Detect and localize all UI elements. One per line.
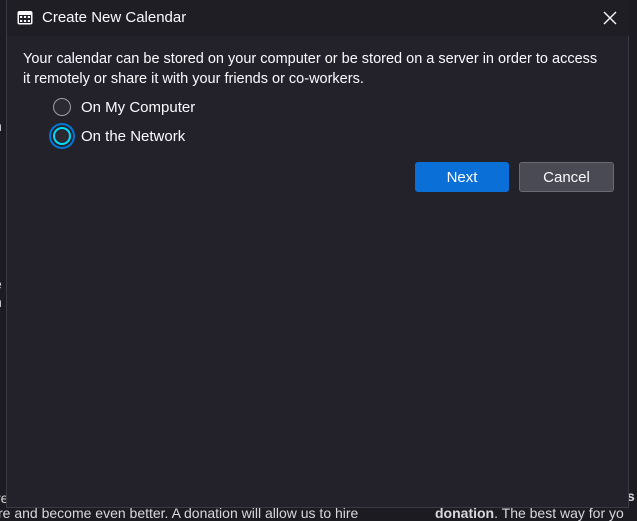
create-calendar-dialog: Create New Calendar Your calendar can be…: [6, 0, 630, 508]
radio-label: On My Computer: [81, 98, 196, 116]
next-button[interactable]: Next: [415, 162, 509, 192]
radio-on-the-network[interactable]: On the Network: [53, 124, 185, 148]
calendar-icon: [17, 11, 33, 25]
dialog-titlebar: Create New Calendar: [7, 0, 630, 36]
radio-on-my-computer[interactable]: On My Computer: [53, 95, 195, 119]
background-text-fragment: n: [0, 118, 2, 134]
background-text-fragment: n: [0, 294, 2, 310]
close-icon: [603, 11, 617, 25]
radio-button-selected[interactable]: [53, 127, 71, 145]
radio-button[interactable]: [53, 98, 71, 116]
cancel-button[interactable]: Cancel: [519, 162, 614, 192]
background-text-fragment: e: [0, 276, 2, 292]
radio-selected-dot-icon: [57, 131, 67, 141]
radio-label: On the Network: [81, 127, 186, 145]
dialog-title: Create New Calendar: [42, 9, 187, 26]
close-button[interactable]: [597, 5, 623, 31]
dialog-description: Your calendar can be stored on your comp…: [23, 51, 598, 87]
